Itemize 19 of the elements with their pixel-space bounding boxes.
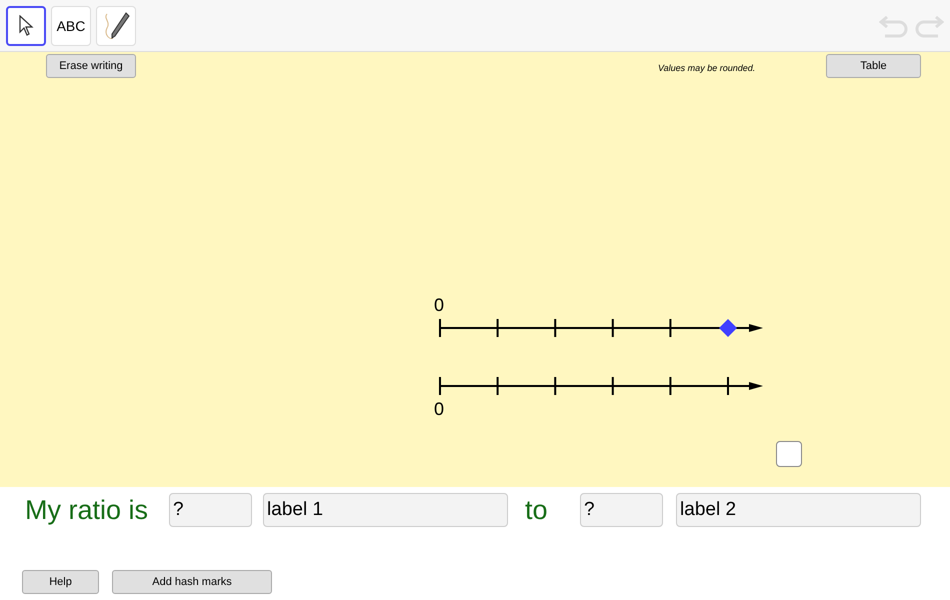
- checkbox[interactable]: [776, 441, 802, 467]
- ratio-prefix: My ratio is: [25, 494, 148, 526]
- input-field[interactable]: label 1: [263, 493, 508, 527]
- pen-tool[interactable]: [96, 6, 136, 46]
- ratio-connector: to: [525, 494, 549, 526]
- pointer-icon: [18, 14, 34, 36]
- pointer-tool[interactable]: [6, 6, 46, 46]
- zero-label: 0: [434, 295, 444, 315]
- rounding-note: Values may be rounded.: [658, 63, 756, 73]
- input-field[interactable]: ?: [580, 493, 664, 527]
- text-tool[interactable]: ABC: [51, 6, 91, 46]
- add-hash-marks-button[interactable]: Add hash marks: [112, 570, 272, 594]
- input-field[interactable]: label 2: [676, 493, 922, 527]
- erase-writing-button[interactable]: Erase writing: [46, 54, 136, 78]
- point-handle[interactable]: [719, 319, 737, 337]
- table-button[interactable]: Table: [826, 54, 921, 78]
- input-field[interactable]: ?: [169, 493, 252, 527]
- zero-label: 0: [434, 399, 444, 419]
- help-button[interactable]: Help: [22, 570, 99, 594]
